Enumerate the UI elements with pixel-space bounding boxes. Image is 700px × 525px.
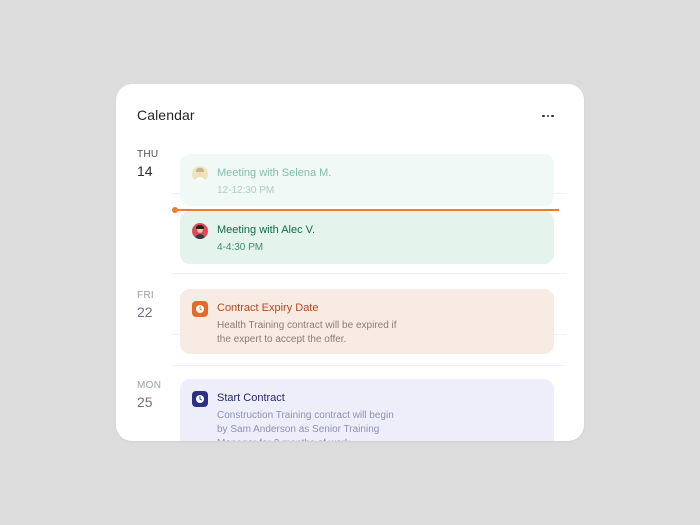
day-of-week: THU [137, 149, 159, 160]
day-of-week: FRI [137, 290, 155, 301]
event-time: 4-4:30 PM [217, 242, 264, 253]
avatar [192, 166, 208, 182]
more-dot-icon [546, 114, 550, 118]
more-dot-icon [551, 114, 554, 118]
more-options-button[interactable] [537, 108, 559, 124]
event-title: Start Contract [217, 392, 285, 404]
day-number: 14 [137, 163, 153, 179]
current-time-dot [172, 207, 178, 213]
calendar-card: Calendar THU 14 Meeting with Selena M. 1… [116, 84, 584, 441]
avatar-selena [192, 166, 208, 182]
avatar [192, 223, 208, 239]
day-of-week: MON [137, 380, 162, 391]
clock-icon [192, 391, 208, 407]
event-title: Meeting with Selena M. [217, 167, 332, 179]
event-title: Contract Expiry Date [217, 302, 319, 314]
row-divider [172, 365, 566, 366]
event-contract-expiry[interactable]: Contract Expiry Date Health Training con… [180, 289, 554, 354]
avatar-alec [192, 223, 208, 239]
day-label-fri: FRI 22 [137, 290, 167, 320]
event-time: 12-12:30 PM [217, 185, 275, 196]
day-number: 22 [137, 304, 153, 320]
day-number: 25 [137, 394, 153, 410]
day-label-mon: MON 25 [137, 380, 167, 410]
more-dot-icon [542, 114, 545, 118]
day-label-thu: THU 14 [137, 149, 167, 179]
row-divider [172, 273, 566, 274]
event-description: Health Training contract will be expired… [217, 320, 397, 345]
calendar-title: Calendar [137, 107, 195, 123]
event-meeting-alec[interactable]: Meeting with Alec V. 4-4:30 PM [180, 211, 554, 264]
event-title: Meeting with Alec V. [217, 224, 316, 236]
event-meeting-selena[interactable]: Meeting with Selena M. 12-12:30 PM [180, 154, 554, 206]
clock-icon [192, 301, 208, 317]
event-description: Construction Training contract will begi… [217, 410, 394, 441]
event-start-contract[interactable]: Start Contract Construction Training con… [180, 379, 554, 441]
